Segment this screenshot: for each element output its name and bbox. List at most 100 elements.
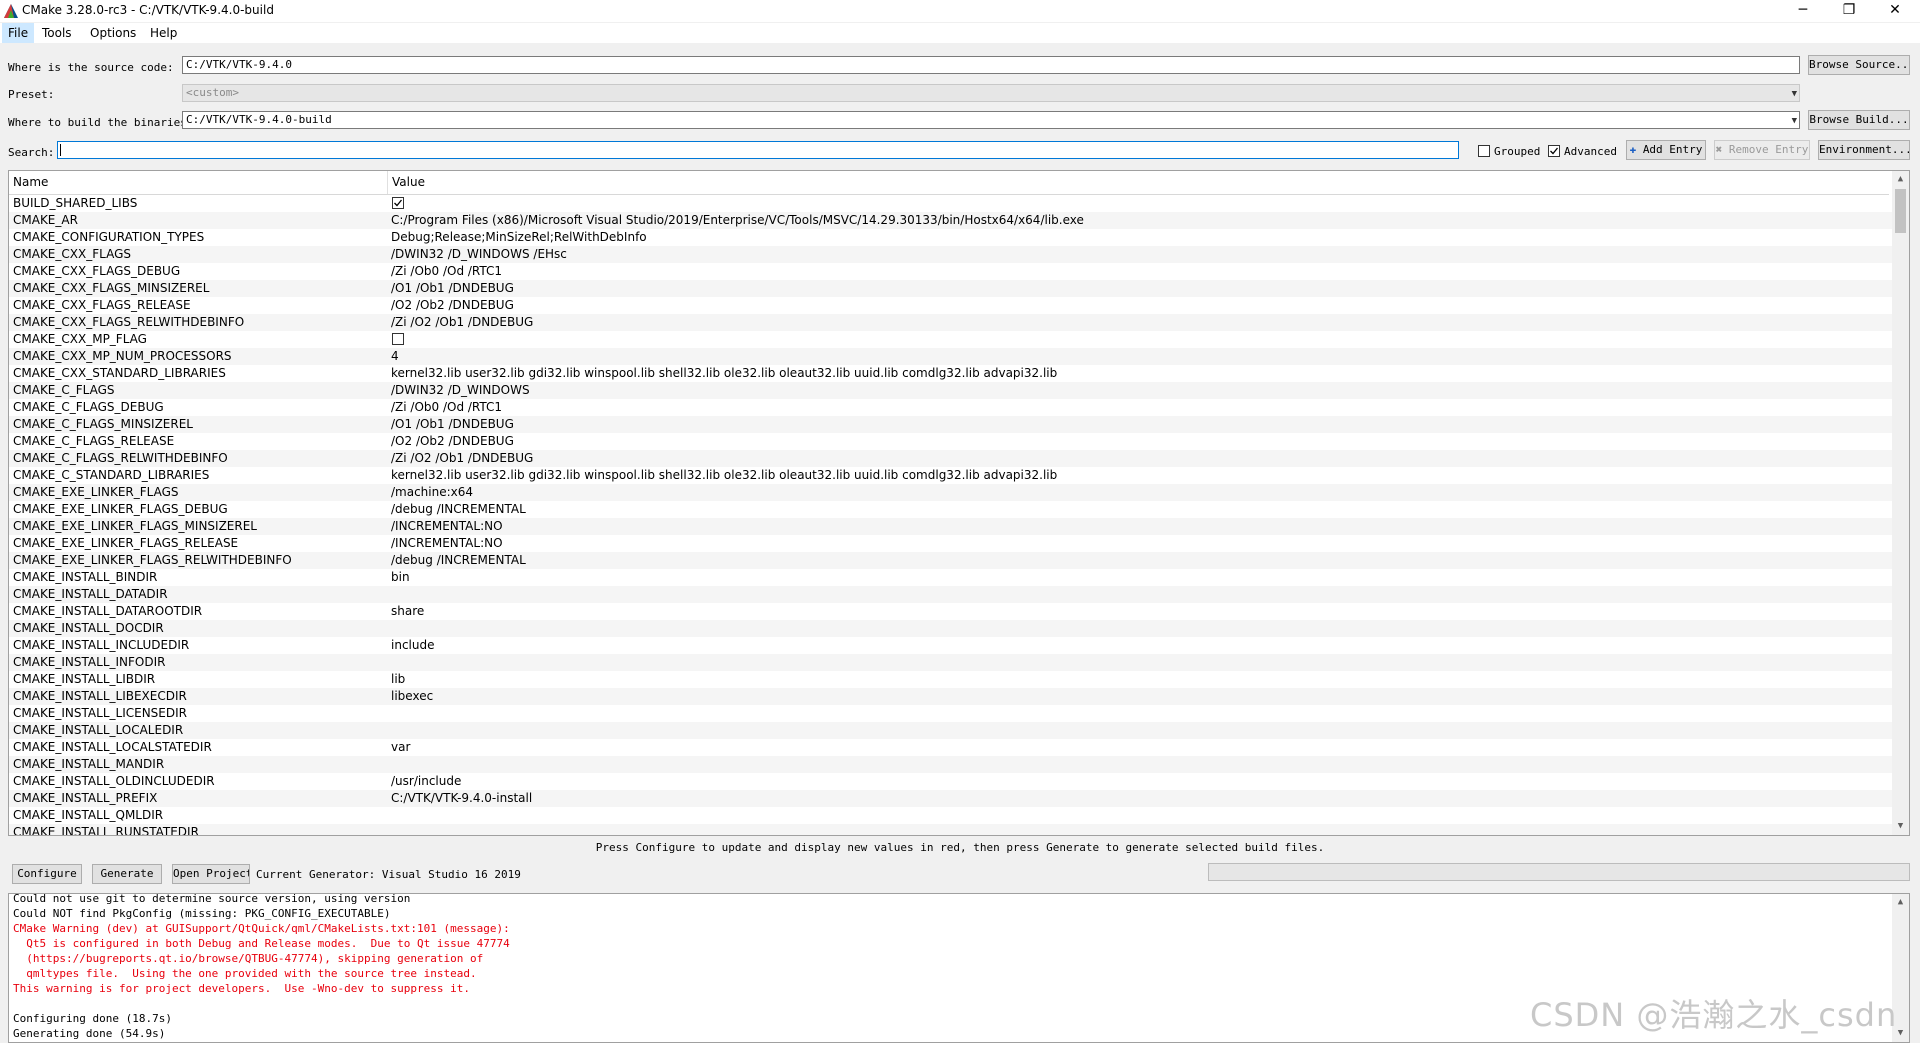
environment-button[interactable]: Environment...: [1818, 140, 1910, 160]
table-row[interactable]: CMAKE_INSTALL_LOCALSTATEDIR var: [9, 739, 1895, 756]
search-input[interactable]: [57, 141, 1459, 159]
cache-table[interactable]: Name Value BUILD_SHARED_LIBS CMAKE_AR C:/P…: [8, 170, 1910, 836]
table-row[interactable]: CMAKE_C_STANDARD_LIBRARIES kernel32.lib u…: [9, 467, 1895, 484]
scroll-up-icon[interactable]: ▲: [1892, 894, 1909, 911]
table-row[interactable]: CMAKE_EXE_LINKER_FLAGS_DEBUG/debug /INCR…: [9, 501, 1895, 518]
cache-entry-value[interactable]: C:/VTK/VTK-9.4.0-install: [391, 790, 1891, 807]
cache-entry-value[interactable]: /usr/include: [391, 773, 1891, 790]
table-row[interactable]: CMAKE_INSTALL_LICENSEDIR: [9, 705, 1895, 722]
table-row[interactable]: CMAKE_INSTALL_OLDINCLUDEDIR/usr/include: [9, 773, 1895, 790]
cache-entry-value[interactable]: /INCREMENTAL:NO: [391, 518, 1891, 535]
table-row[interactable]: CMAKE_EXE_LINKER_FLAGS_RELWITHDEBINFO/de…: [9, 552, 1895, 569]
table-row[interactable]: CMAKE_CXX_FLAGS_RELWITHDEBINFO/Zi /O2 /O…: [9, 314, 1895, 331]
cache-entry-value[interactable]: C:/Program Files (x86)/Microsoft Visual …: [391, 212, 1891, 229]
cache-entry-value[interactable]: /DWIN32 /D_WINDOWS /EHsc: [391, 246, 1891, 263]
cache-entry-value[interactable]: /debug /INCREMENTAL: [391, 501, 1891, 518]
browse-source-button[interactable]: Browse Source...: [1808, 55, 1910, 75]
browse-build-button[interactable]: Browse Build...: [1808, 110, 1910, 130]
cache-entry-value[interactable]: share: [391, 603, 1891, 620]
close-button[interactable]: ✕: [1872, 0, 1918, 22]
table-row[interactable]: CMAKE_INSTALL_RUNSTATEDIR: [9, 824, 1895, 835]
cache-entry-value[interactable]: kernel32.lib user32.lib gdi32.lib winspo…: [391, 365, 1891, 382]
table-row[interactable]: CMAKE_INSTALL_MANDIR: [9, 756, 1895, 773]
menu-options[interactable]: Options: [84, 23, 142, 43]
cache-entry-value[interactable]: /O1 /Ob1 /DNDEBUG: [391, 280, 1891, 297]
cache-entry-value[interactable]: /Zi /Ob0 /Od /RTC1: [391, 399, 1891, 416]
table-row[interactable]: CMAKE_C_FLAGS_RELEASE/O2 /Ob2 /DNDEBUG: [9, 433, 1895, 450]
open-project-button[interactable]: Open Project: [172, 864, 250, 884]
add-entry-button[interactable]: ✚ Add Entry: [1626, 140, 1706, 160]
table-row[interactable]: CMAKE_INSTALL_INFODIR: [9, 654, 1895, 671]
cache-entry-value[interactable]: /Zi /Ob0 /Od /RTC1: [391, 263, 1891, 280]
table-row[interactable]: CMAKE_C_FLAGS_MINSIZEREL/O1 /Ob1 /DNDEBU…: [9, 416, 1895, 433]
table-row[interactable]: CMAKE_EXE_LINKER_FLAGS_RELEASE/INCREMENT…: [9, 535, 1895, 552]
scroll-thumb[interactable]: [1895, 189, 1906, 233]
cache-entry-value[interactable]: /DWIN32 /D_WINDOWS: [391, 382, 1891, 399]
menu-help[interactable]: Help: [144, 23, 183, 43]
table-row[interactable]: CMAKE_INSTALL_BINDIR bin: [9, 569, 1895, 586]
table-row[interactable]: CMAKE_CXX_MP_FLAG: [9, 331, 1895, 348]
cache-entry-value[interactable]: /Zi /O2 /Ob1 /DNDEBUG: [391, 314, 1891, 331]
table-row[interactable]: CMAKE_CXX_FLAGS/DWIN32 /D_WINDOWS /EHsc: [9, 246, 1895, 263]
column-value[interactable]: Value: [392, 175, 425, 189]
cache-entry-value[interactable]: var: [391, 739, 1891, 756]
cache-entry-value[interactable]: Debug;Release;MinSizeRel;RelWithDebInfo: [391, 229, 1891, 246]
menu-tools[interactable]: Tools: [36, 23, 78, 43]
table-row[interactable]: CMAKE_AR C:/Program Files (x86)/Microsoft…: [9, 212, 1895, 229]
table-row[interactable]: CMAKE_CXX_FLAGS_RELEASE/O2 /Ob2 /DNDEBUG: [9, 297, 1895, 314]
cache-entry-value[interactable]: /INCREMENTAL:NO: [391, 535, 1891, 552]
grouped-checkbox[interactable]: [1478, 145, 1490, 157]
window-title: CMake 3.28.0-rc3 - C:/VTK/VTK-9.4.0-buil…: [22, 3, 274, 17]
configure-button[interactable]: Configure: [12, 864, 82, 884]
cache-entry-value[interactable]: 4: [391, 348, 1891, 365]
cache-entry-value[interactable]: lib: [391, 671, 1891, 688]
cache-entry-value[interactable]: /Zi /O2 /Ob1 /DNDEBUG: [391, 450, 1891, 467]
chevron-down-icon[interactable]: ▼: [1792, 113, 1797, 128]
table-row[interactable]: CMAKE_INSTALL_INCLUDEDIR include: [9, 637, 1895, 654]
minimize-button[interactable]: ─: [1780, 0, 1826, 22]
title-bar[interactable]: CMake 3.28.0-rc3 - C:/VTK/VTK-9.4.0-buil…: [0, 0, 1920, 22]
column-divider[interactable]: [387, 171, 388, 194]
cache-entry-value[interactable]: /debug /INCREMENTAL: [391, 552, 1891, 569]
column-name[interactable]: Name: [13, 175, 48, 189]
table-scrollbar[interactable]: ▲ ▼: [1892, 171, 1909, 835]
table-row[interactable]: CMAKE_INSTALL_DATADIR: [9, 586, 1895, 603]
table-row[interactable]: CMAKE_EXE_LINKER_FLAGS_MINSIZEREL/INCREM…: [9, 518, 1895, 535]
scroll-down-icon[interactable]: ▼: [1892, 818, 1909, 835]
source-path-input[interactable]: C:/VTK/VTK-9.4.0: [182, 56, 1800, 74]
generate-button[interactable]: Generate: [92, 864, 162, 884]
table-row[interactable]: CMAKE_INSTALL_DATAROOTDIR share: [9, 603, 1895, 620]
table-row[interactable]: CMAKE_C_FLAGS/DWIN32 /D_WINDOWS: [9, 382, 1895, 399]
table-row[interactable]: CMAKE_INSTALL_PREFIX C:/VTK/VTK-9.4.0-ins…: [9, 790, 1895, 807]
table-row[interactable]: CMAKE_CXX_MP_NUM_PROCESSORS 4: [9, 348, 1895, 365]
table-row[interactable]: CMAKE_EXE_LINKER_FLAGS/machine:x64: [9, 484, 1895, 501]
plus-icon: ✚: [1629, 143, 1637, 156]
cache-entry-value[interactable]: libexec: [391, 688, 1891, 705]
table-row[interactable]: CMAKE_INSTALL_LOCALEDIR: [9, 722, 1895, 739]
table-row[interactable]: CMAKE_INSTALL_DOCDIR: [9, 620, 1895, 637]
maximize-button[interactable]: ❐: [1826, 0, 1872, 22]
cache-entry-value[interactable]: /O2 /Ob2 /DNDEBUG: [391, 297, 1891, 314]
table-row[interactable]: CMAKE_CONFIGURATION_TYPES Debug;Release;M…: [9, 229, 1895, 246]
advanced-checkbox[interactable]: [1548, 145, 1560, 157]
table-row[interactable]: CMAKE_INSTALL_LIBEXECDIR libexec: [9, 688, 1895, 705]
cache-entry-value[interactable]: include: [391, 637, 1891, 654]
scroll-up-icon[interactable]: ▲: [1892, 171, 1909, 188]
cache-entry-checkbox[interactable]: [392, 197, 404, 209]
menu-file[interactable]: File: [2, 23, 35, 43]
cache-entry-value[interactable]: bin: [391, 569, 1891, 586]
table-row[interactable]: BUILD_SHARED_LIBS: [9, 195, 1895, 212]
table-row[interactable]: CMAKE_CXX_FLAGS_MINSIZEREL/O1 /Ob1 /DNDE…: [9, 280, 1895, 297]
table-row[interactable]: CMAKE_C_FLAGS_RELWITHDEBINFO/Zi /O2 /Ob1…: [9, 450, 1895, 467]
cache-entry-value[interactable]: kernel32.lib user32.lib gdi32.lib winspo…: [391, 467, 1891, 484]
build-path-combo[interactable]: C:/VTK/VTK-9.4.0-build ▼: [182, 111, 1800, 129]
table-row[interactable]: CMAKE_C_FLAGS_DEBUG/Zi /Ob0 /Od /RTC1: [9, 399, 1895, 416]
table-row[interactable]: CMAKE_INSTALL_QMLDIR: [9, 807, 1895, 824]
table-row[interactable]: CMAKE_INSTALL_LIBDIR lib: [9, 671, 1895, 688]
cache-entry-checkbox[interactable]: [392, 333, 404, 345]
cache-entry-value[interactable]: /machine:x64: [391, 484, 1891, 501]
table-row[interactable]: CMAKE_CXX_FLAGS_DEBUG/Zi /Ob0 /Od /RTC1: [9, 263, 1895, 280]
cache-entry-value[interactable]: /O1 /Ob1 /DNDEBUG: [391, 416, 1891, 433]
table-row[interactable]: CMAKE_CXX_STANDARD_LIBRARIES kernel32.lib…: [9, 365, 1895, 382]
cache-entry-value[interactable]: /O2 /Ob2 /DNDEBUG: [391, 433, 1891, 450]
